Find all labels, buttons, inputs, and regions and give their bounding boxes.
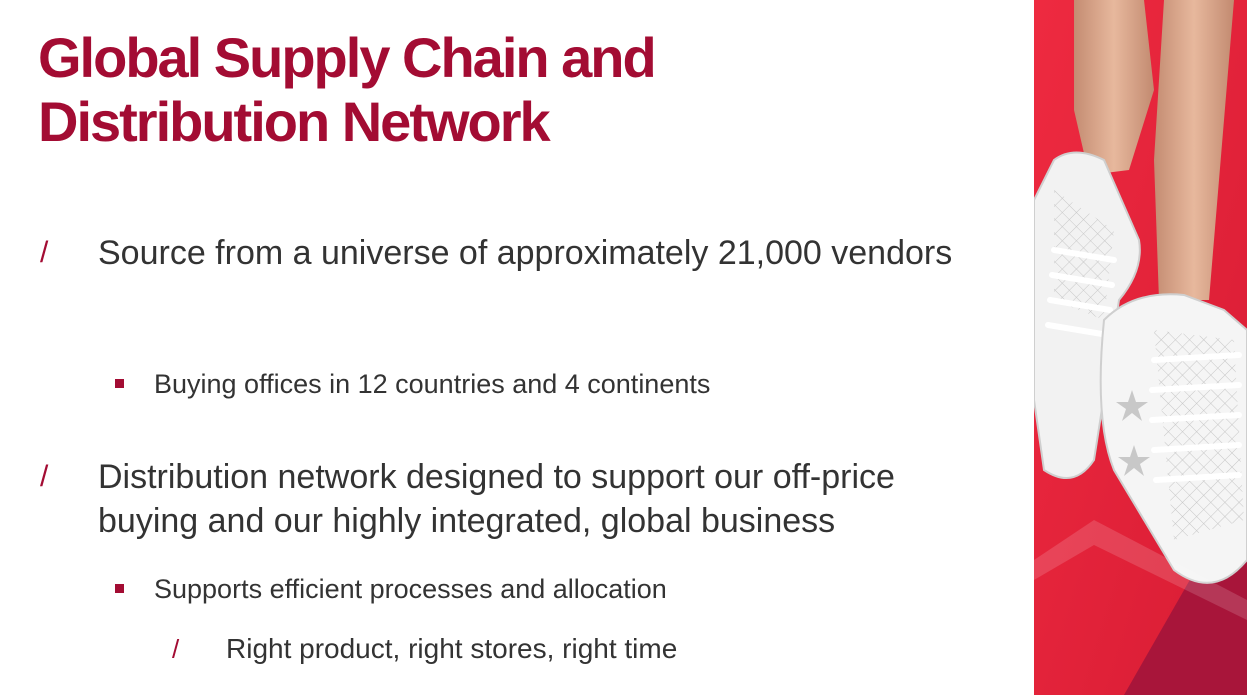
sub-bullet-processes: Supports efficient processes and allocat… xyxy=(115,572,667,606)
slide-title-line-2: Distribution Network xyxy=(38,90,551,153)
slash-bullet-icon: / xyxy=(40,460,49,493)
sub-bullet-text: Buying offices in 12 countries and 4 con… xyxy=(154,369,711,399)
sub-sub-bullet-right-product: / Right product, right stores, right tim… xyxy=(172,632,677,666)
sub-sub-bullet-text: Right product, right stores, right time xyxy=(226,633,678,664)
bullet-vendors: / Source from a universe of approximatel… xyxy=(40,222,1000,284)
bullet-text: Distribution network designed to support… xyxy=(98,458,895,540)
slide-title: Global Supply Chain and Distribution Net… xyxy=(38,26,657,154)
sneakers-photo xyxy=(1034,0,1247,695)
slide: Global Supply Chain and Distribution Net… xyxy=(0,0,1247,695)
bullet-text: Source from a universe of approximately … xyxy=(98,234,953,272)
sub-bullet-buying-offices: Buying offices in 12 countries and 4 con… xyxy=(115,367,710,401)
square-bullet-icon xyxy=(115,379,124,388)
slide-title-line-1: Global Supply Chain and xyxy=(38,26,657,89)
sub-bullet-text: Supports efficient processes and allocat… xyxy=(154,574,667,604)
sneakers-illustration xyxy=(1034,0,1247,695)
slash-bullet-icon: / xyxy=(172,634,180,664)
bullet-distribution: / Distribution network designed to suppo… xyxy=(40,455,1000,543)
slash-bullet-icon: / xyxy=(40,236,49,269)
square-bullet-icon xyxy=(115,584,124,593)
